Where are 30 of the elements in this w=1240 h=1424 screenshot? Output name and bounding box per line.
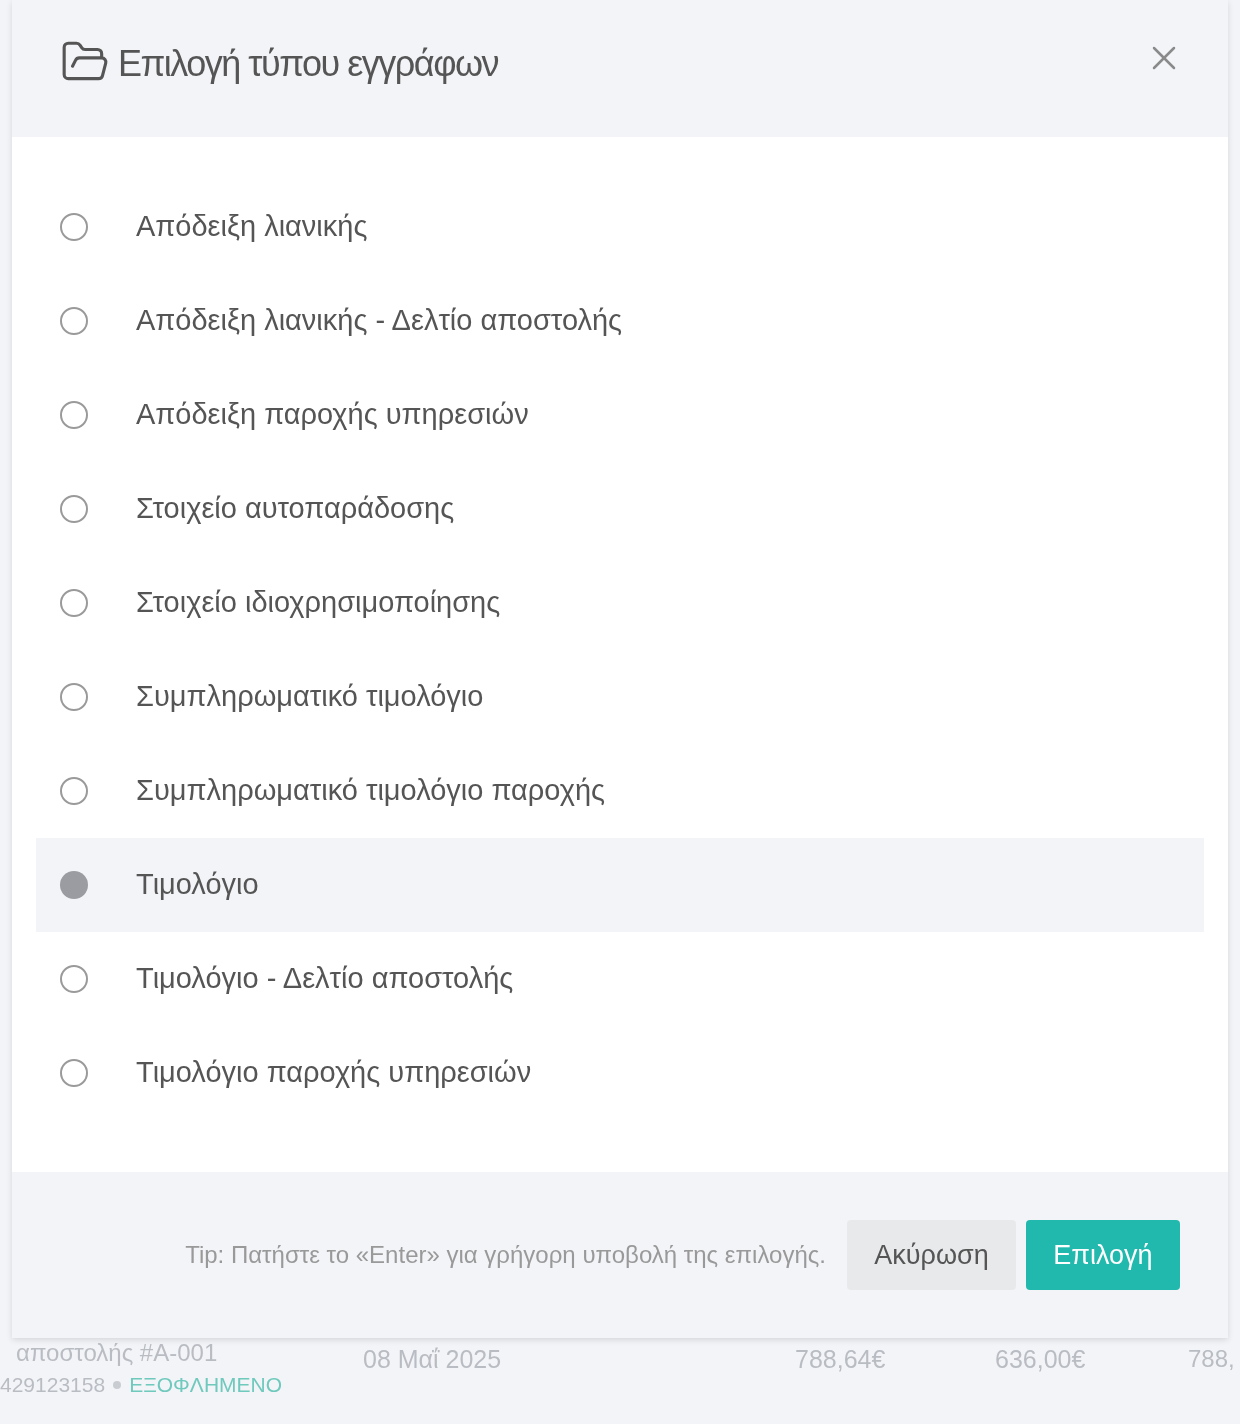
- document-type-option[interactable]: Στοιχείο αυτοπαράδοσης: [36, 462, 1204, 556]
- document-title: αποστολής #Α-001: [16, 1340, 218, 1366]
- radio-button[interactable]: [60, 307, 88, 335]
- document-type-option[interactable]: Συμπληρωματικό τιμολόγιο παροχής: [36, 744, 1204, 838]
- amount-cell: 636,00€: [995, 1344, 1086, 1374]
- document-type-option[interactable]: Τιμολόγιο - Δελτίο αποστολής: [36, 932, 1204, 1026]
- dialog-title: Επιλογή τύπου εγγράφων: [118, 41, 499, 86]
- document-type-option[interactable]: Συμπληρωματικό τιμολόγιο: [36, 650, 1204, 744]
- tip-text: Tip: Πατήστε το «Enter» για γρήγορη υποβολή της επιλογής.: [185, 1240, 826, 1270]
- date-cell: 08 Μαΐ 2025: [363, 1344, 502, 1374]
- radio-button[interactable]: [60, 965, 88, 993]
- radio-button[interactable]: [60, 683, 88, 711]
- document-type-option[interactable]: Απόδειξη παροχής υπηρεσιών: [36, 368, 1204, 462]
- document-number: 429123158: [0, 1372, 106, 1398]
- radio-button[interactable]: [60, 777, 88, 805]
- radio-button[interactable]: [60, 871, 88, 899]
- amount-cell: 788,64€: [795, 1344, 886, 1374]
- radio-button[interactable]: [60, 495, 88, 523]
- cancel-button[interactable]: Ακύρωση: [847, 1220, 1016, 1290]
- radio-button[interactable]: [60, 213, 88, 241]
- radio-button[interactable]: [60, 401, 88, 429]
- document-type-option[interactable]: Τιμολόγιο παροχής υπηρεσιών: [36, 1026, 1204, 1120]
- document-type-option[interactable]: Απόδειξη λιανικής - Δελτίο αποστολής: [36, 274, 1204, 368]
- radio-button[interactable]: [60, 1059, 88, 1087]
- document-type-option[interactable]: Στοιχείο ιδιοχρησιμοποίησης: [36, 556, 1204, 650]
- amount-cell: 788,: [1188, 1344, 1235, 1374]
- status-label: ΕΞΟΦΛΗΜΕΝΟ: [129, 1372, 283, 1398]
- document-type-option[interactable]: Απόδειξη λιανικής: [36, 180, 1204, 274]
- document-type-option[interactable]: Τιμολόγιο: [36, 838, 1204, 932]
- radio-button[interactable]: [60, 589, 88, 617]
